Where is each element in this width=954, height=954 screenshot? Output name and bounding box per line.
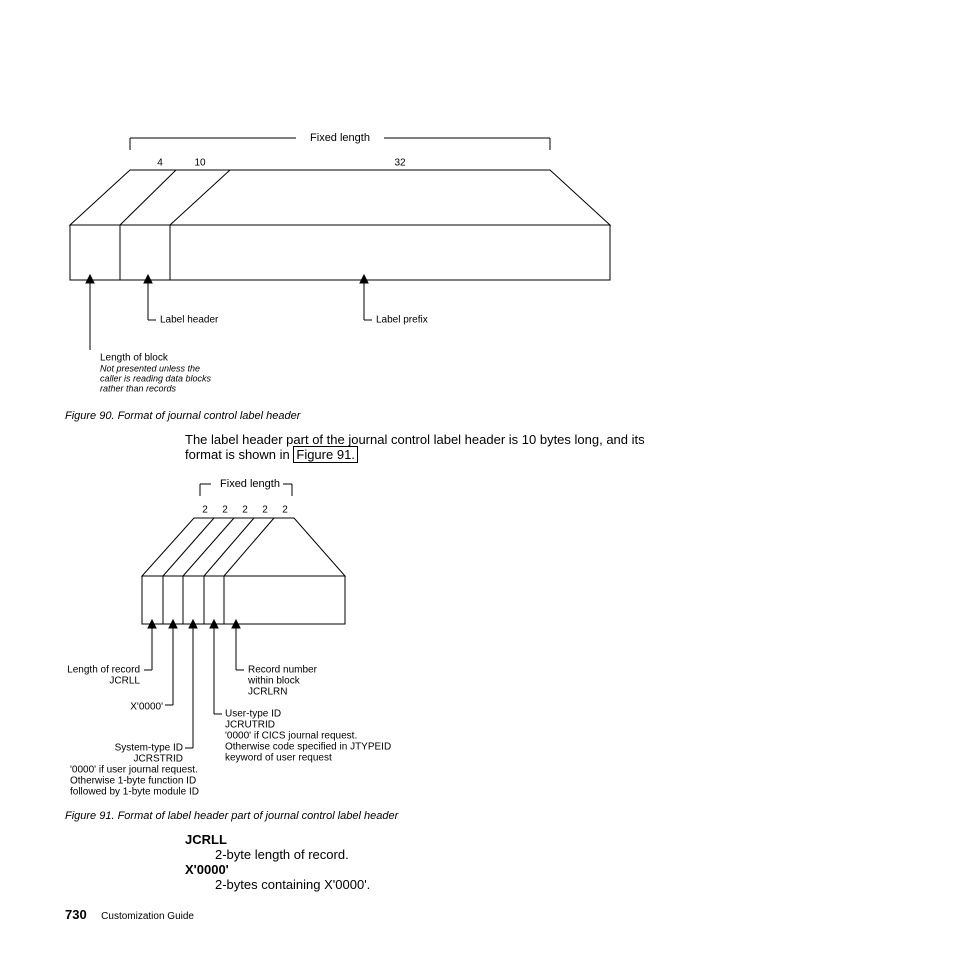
col-width-32: 32: [394, 158, 406, 169]
w1: 2: [202, 505, 208, 516]
usr-1: User-type ID: [225, 709, 281, 720]
usr-2: JCRUTRID: [225, 720, 275, 731]
dd-jcrll: 2-byte length of record.: [215, 847, 370, 862]
dt-jcrll: JCRLL: [185, 832, 370, 847]
usr-4: Otherwise code specified in JTYPEID: [225, 742, 391, 753]
block-3d: [70, 170, 610, 280]
col-width-4: 4: [157, 158, 163, 169]
sys-3: '0000' if user journal request.: [70, 765, 198, 776]
w2: 2: [222, 505, 228, 516]
rec-3: JCRLRN: [248, 687, 287, 698]
note-line-3: rather than records: [100, 383, 177, 393]
para-line-1: The label header part of the journal con…: [185, 432, 805, 447]
note-line-2: caller is reading data blocks: [100, 373, 212, 383]
page-number: 730: [65, 907, 87, 922]
col-width-10: 10: [194, 158, 206, 169]
sys-4: Otherwise 1-byte function ID: [70, 776, 196, 787]
sys-1: System-type ID: [115, 743, 183, 754]
figure-91-caption: Figure 91. Format of label header part o…: [65, 810, 398, 822]
rec-2: within block: [247, 676, 301, 687]
fixed-length-bracket-2: Fixed length: [200, 478, 292, 496]
fixed-length-bracket: Fixed length: [130, 132, 550, 150]
sys-2: JCRSTRID: [134, 754, 183, 765]
figure-90: Fixed length 4 10 32 Label header Label …: [60, 120, 760, 420]
note-line-1: Not presented unless the: [100, 363, 200, 373]
x0000: X'0000': [130, 702, 163, 713]
sys-5: followed by 1-byte module ID: [70, 787, 199, 798]
length-of-block-text: Length of block: [100, 353, 169, 364]
label-header-text: Label header: [160, 315, 219, 326]
rec-1: Record number: [248, 665, 318, 676]
usr-5: keyword of user request: [225, 753, 332, 764]
usr-3: '0000' if CICS journal request.: [225, 731, 357, 742]
para-line-2-pre: format is shown in: [185, 447, 293, 462]
len-rec-1: Length of record: [67, 665, 140, 676]
doc-title: Customization Guide: [101, 911, 194, 922]
block-3d-2: [142, 518, 345, 624]
figure-91: Fixed length 2 2 2 2 2: [60, 470, 520, 810]
dt-x0000: X'0000': [185, 862, 370, 877]
label-prefix-text: Label prefix: [376, 315, 428, 326]
fixed-length-label-2: Fixed length: [220, 478, 280, 490]
figure-90-caption: Figure 90. Format of journal control lab…: [65, 410, 300, 422]
fixed-length-label: Fixed length: [310, 132, 370, 144]
callout-arrows: [86, 275, 372, 350]
figure-91-link[interactable]: Figure 91.: [293, 446, 358, 463]
w3: 2: [242, 505, 248, 516]
w4: 2: [262, 505, 268, 516]
len-rec-2: JCRLL: [109, 676, 140, 687]
dd-x0000: 2-bytes containing X'0000'.: [215, 877, 370, 892]
w5: 2: [282, 505, 288, 516]
